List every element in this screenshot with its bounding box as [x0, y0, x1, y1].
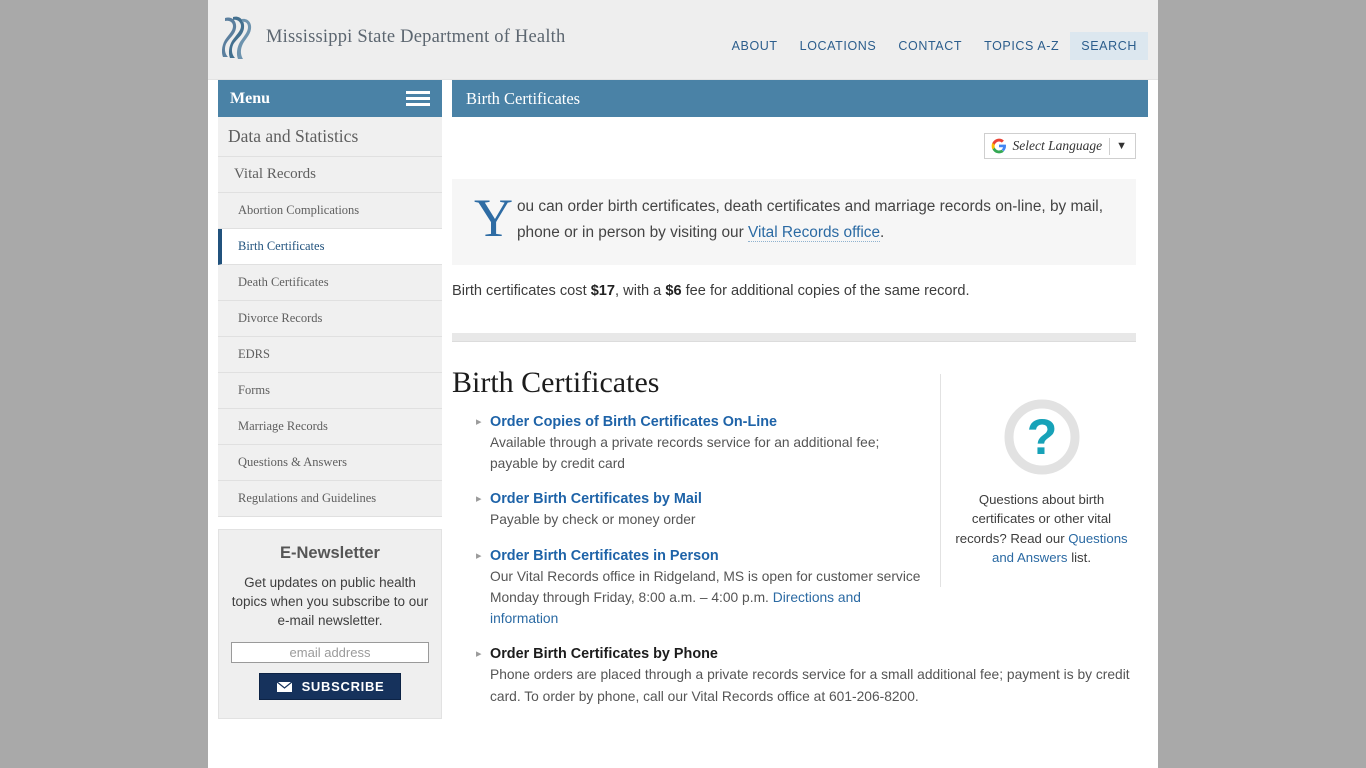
cost-part3: fee for additional copies of the same re…	[681, 282, 970, 299]
page-title: Birth Certificates	[466, 88, 581, 108]
google-translate-widget[interactable]: Select Language ▼	[983, 133, 1136, 159]
sidebar-link-label[interactable]: Regulations and Guidelines	[218, 481, 442, 516]
sidebar-item-forms[interactable]: Forms	[218, 373, 442, 409]
sidebar-link-label[interactable]: Data and Statistics	[218, 117, 442, 156]
nav-item-topics-a-z[interactable]: TOPICS A-Z	[973, 32, 1070, 60]
sidebar-item-abortion-complications[interactable]: Abortion Complications	[218, 193, 442, 229]
site-header: Mississippi State Department of Health A…	[208, 0, 1158, 80]
sidebar-link-label[interactable]: Marriage Records	[218, 409, 442, 444]
list-item: Order Copies of Birth Certificates On-Li…	[452, 414, 1136, 474]
sidebar-menu-header[interactable]: Menu	[218, 80, 442, 117]
intro-paragraph: You can order birth certificates, death …	[474, 188, 1116, 248]
sidebar-item-birth-certificates[interactable]: Birth Certificates	[218, 229, 442, 265]
sidebar: Menu Data and Statistics Vital Records A…	[208, 80, 452, 720]
list-item: Order Birth Certificates by Mail Payable…	[452, 491, 1136, 530]
list-item: Order Birth Certificates by Phone Phone …	[452, 646, 1136, 706]
order-by-phone-heading: Order Birth Certificates by Phone	[490, 646, 718, 663]
sidebar-link-label[interactable]: Forms	[218, 373, 442, 408]
cost-extra-fee: $6	[665, 282, 682, 299]
page-container: Mississippi State Department of Health A…	[208, 0, 1158, 768]
sidebar-item-regulations-and-guidelines[interactable]: Regulations and Guidelines	[218, 481, 442, 517]
sidebar-item-edrs[interactable]: EDRS	[218, 337, 442, 373]
newsletter-email-input[interactable]	[231, 642, 429, 664]
newsletter-box: E-Newsletter Get updates on public healt…	[218, 529, 442, 720]
section-divider	[452, 332, 1136, 342]
cost-price: $17	[590, 282, 616, 299]
nav-item-locations[interactable]: LOCATIONS	[789, 32, 888, 60]
sidebar-link-label[interactable]: Vital Records	[218, 157, 442, 192]
google-g-icon	[991, 138, 1006, 154]
main-content: Birth Certificates Select Language ▼ Y o…	[452, 80, 1158, 724]
sidebar-link-label[interactable]: Divorce Records	[218, 301, 442, 336]
sidebar-item-divorce-records[interactable]: Divorce Records	[218, 301, 442, 337]
order-online-link[interactable]: Order Copies of Birth Certificates On-Li…	[490, 414, 1136, 430]
sidebar-item-questions-and-answers[interactable]: Questions & Answers	[218, 445, 442, 481]
sidebar-item-data-and-statistics[interactable]: Data and Statistics	[218, 117, 442, 157]
order-online-description: Available through a private records serv…	[490, 434, 880, 472]
page-title-bar: Birth Certificates	[452, 80, 1148, 117]
list-item: Order Birth Certificates in Person Our V…	[452, 548, 1136, 630]
sidebar-item-marriage-records[interactable]: Marriage Records	[218, 409, 442, 445]
vital-records-office-link[interactable]: Vital Records office	[748, 224, 881, 243]
newsletter-title: E-Newsletter	[280, 544, 380, 562]
sidebar-nav-list: Data and Statistics Vital Records Aborti…	[218, 117, 442, 517]
newsletter-description: Get updates on public health topics when…	[231, 575, 429, 629]
nav-item-contact[interactable]: CONTACT	[887, 32, 973, 60]
sidebar-item-death-certificates[interactable]: Death Certificates	[218, 265, 442, 301]
sidebar-link-label[interactable]: EDRS	[218, 337, 442, 372]
content-flow: ? Questions about birth certificates or …	[452, 366, 1148, 707]
top-navigation: ABOUT LOCATIONS CONTACT TOPICS A-Z SEARC…	[721, 32, 1148, 60]
cost-part1: Birth certificates cost	[452, 282, 591, 299]
sidebar-item-vital-records[interactable]: Vital Records	[218, 157, 442, 193]
msdh-logo-icon	[222, 16, 252, 59]
newsletter-subscribe-button[interactable]: SUBSCRIBE	[258, 673, 402, 701]
nav-item-about[interactable]: ABOUT	[721, 32, 789, 60]
cost-note: Birth certificates cost $17, with a $6 f…	[452, 283, 1136, 299]
order-by-mail-description: Payable by check or money order	[490, 512, 696, 528]
sidebar-link-label[interactable]: Abortion Complications	[218, 193, 442, 228]
intro-text-after: .	[880, 224, 885, 242]
chevron-down-icon[interactable]: ▼	[1110, 140, 1133, 152]
intro-dropcap: Y	[474, 188, 513, 248]
page-columns: Menu Data and Statistics Vital Records A…	[208, 80, 1158, 724]
subscribe-button-label: SUBSCRIBE	[301, 679, 385, 695]
translate-row: Select Language ▼	[452, 117, 1148, 159]
translate-label: Select Language	[1012, 138, 1103, 153]
sidebar-menu-label: Menu	[230, 89, 270, 107]
cost-part2: , with a	[615, 282, 666, 299]
sidebar-link-label[interactable]: Birth Certificates	[222, 229, 442, 264]
order-options-list: Order Copies of Birth Certificates On-Li…	[452, 414, 1136, 707]
nav-item-search[interactable]: SEARCH	[1070, 32, 1148, 60]
order-by-phone-description: Phone orders are placed through a privat…	[490, 667, 1130, 704]
order-in-person-link[interactable]: Order Birth Certificates in Person	[490, 548, 1136, 564]
order-by-mail-link[interactable]: Order Birth Certificates by Mail	[490, 491, 1136, 507]
site-brand[interactable]: Mississippi State Department of Health	[222, 14, 565, 60]
envelope-icon	[275, 680, 293, 693]
intro-callout: You can order birth certificates, death …	[452, 179, 1136, 265]
sidebar-link-label[interactable]: Questions & Answers	[218, 445, 442, 480]
sidebar-link-label[interactable]: Death Certificates	[218, 265, 442, 300]
brand-title: Mississippi State Department of Health	[266, 26, 566, 47]
order-in-person-description: Our Vital Records office in Ridgeland, M…	[490, 569, 920, 626]
hamburger-icon[interactable]	[406, 88, 430, 109]
